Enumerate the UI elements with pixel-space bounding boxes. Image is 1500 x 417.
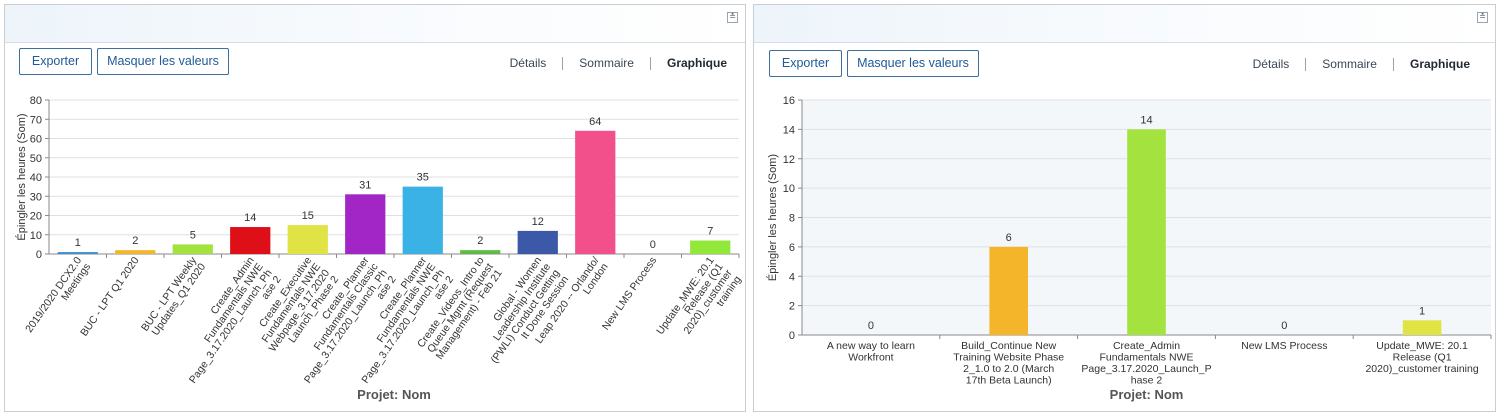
y-tick-label: 2 — [789, 301, 795, 313]
data-label: 14 — [1140, 114, 1152, 126]
x-category-label-line: Training Website Phase — [953, 352, 1064, 364]
bar — [115, 250, 156, 254]
y-axis-title: Épingler les heures (Som) — [766, 154, 779, 281]
bar — [1127, 129, 1166, 335]
x-category-label-line: 2020)_customer training — [1365, 363, 1478, 375]
x-category-label-line: Release (Q1 — [1393, 352, 1452, 364]
data-label: 5 — [190, 229, 196, 241]
bar — [287, 225, 328, 254]
x-axis-title: Projet: Nom — [1110, 387, 1184, 402]
y-tick-label: 12 — [783, 154, 795, 166]
x-category-label-line: hase 2 — [1131, 375, 1163, 387]
x-category-label-line: 2019/2020 DCX2.0 — [23, 255, 84, 335]
x-category-label-line: Workfront — [848, 352, 893, 364]
y-tick-label: 40 — [30, 172, 42, 184]
y-tick-label: 8 — [789, 213, 795, 225]
bar — [575, 130, 616, 254]
x-category-label-line: Update_MWE: 20.1 — [1376, 340, 1468, 352]
x-axis-title: Projet: Nom — [357, 387, 431, 402]
data-label: 15 — [302, 210, 314, 222]
chart-panel-right: ≛ Exporter Masquer les valeurs Détails S… — [753, 4, 1496, 412]
data-label: 7 — [707, 226, 713, 238]
bar-chart-left: 01020304050607080Épingler les heures (So… — [15, 95, 744, 402]
y-tick-label: 60 — [30, 134, 42, 146]
data-label: 35 — [417, 172, 429, 184]
x-category-label-line: New LMS Process — [1241, 340, 1327, 352]
y-tick-label: 0 — [36, 249, 42, 261]
x-category-label: Build_Continue New Training Website Phase… — [953, 340, 1064, 387]
chart-panel-left: ≛ Exporter Masquer les valeurs Détails S… — [4, 4, 746, 412]
data-label: 12 — [532, 216, 544, 228]
x-category-label: New LMS Process — [1241, 340, 1327, 352]
data-label: 1 — [75, 237, 81, 249]
y-tick-label: 30 — [30, 191, 42, 203]
x-category-label-line: Create_Admin — [1113, 340, 1180, 352]
y-tick-label: 14 — [783, 124, 795, 136]
x-category-label-line: A new way to learn — [827, 340, 915, 352]
x-category-label: A new way to learn Workfront — [827, 340, 915, 364]
data-label: 2 — [477, 235, 483, 247]
data-label: 1 — [1419, 305, 1425, 317]
bar — [989, 246, 1028, 335]
bar — [690, 240, 731, 254]
bar — [57, 252, 98, 254]
x-category-label-line: Fundamentals NWE — [1100, 352, 1194, 364]
data-label: 2 — [132, 235, 138, 247]
x-category-label: New LMS Process — [600, 255, 659, 333]
x-category-label-line: 17th Beta Launch) — [966, 375, 1052, 387]
x-category-label-line: New LMS Process — [600, 255, 659, 333]
bar — [345, 194, 386, 254]
y-tick-label: 70 — [30, 114, 42, 126]
data-label: 31 — [359, 179, 371, 191]
y-tick-label: 6 — [789, 242, 795, 254]
y-tick-label: 4 — [789, 271, 795, 283]
x-category-label: Update_MWE: 20.1Release (Q12020)_custome… — [1365, 340, 1478, 375]
bar — [172, 244, 213, 254]
y-tick-label: 16 — [783, 95, 795, 107]
y-tick-label: 10 — [30, 230, 42, 242]
y-tick-label: 50 — [30, 153, 42, 165]
bar — [230, 227, 271, 254]
bar — [460, 250, 501, 254]
x-category-label: Create_AdminFundamentals NWEPage_3.17.20… — [1081, 340, 1211, 387]
x-category-label-line: Build_Continue New — [961, 340, 1057, 352]
y-tick-label: 10 — [783, 183, 795, 195]
data-label: 64 — [589, 116, 601, 128]
x-category-label: Update_MWE: 20.1Release (Q12020)_custome… — [654, 254, 744, 355]
data-label: 6 — [1006, 232, 1012, 244]
bar — [402, 186, 443, 254]
y-tick-label: 20 — [30, 211, 42, 223]
data-label: 14 — [244, 212, 256, 224]
y-axis-title: Épingler les heures (Som) — [15, 113, 28, 240]
y-tick-label: 0 — [789, 330, 795, 342]
bar — [517, 230, 558, 254]
y-tick-label: 80 — [30, 95, 42, 107]
bar-chart-right: 0246810121416Épingler les heures (Som)0A… — [766, 95, 1492, 402]
x-category-label: BUC - LPT WeeklyUpdates_Q1 2020 — [139, 254, 209, 340]
data-label: 0 — [868, 320, 874, 332]
data-label: 0 — [1281, 320, 1287, 332]
x-category-label-line: Page_3.17.2020_Launch_P — [1081, 363, 1211, 375]
x-category-label-line: 2_1.0 to 2.0 (March — [963, 363, 1054, 375]
data-label: 0 — [650, 239, 656, 251]
bar — [1402, 320, 1442, 335]
